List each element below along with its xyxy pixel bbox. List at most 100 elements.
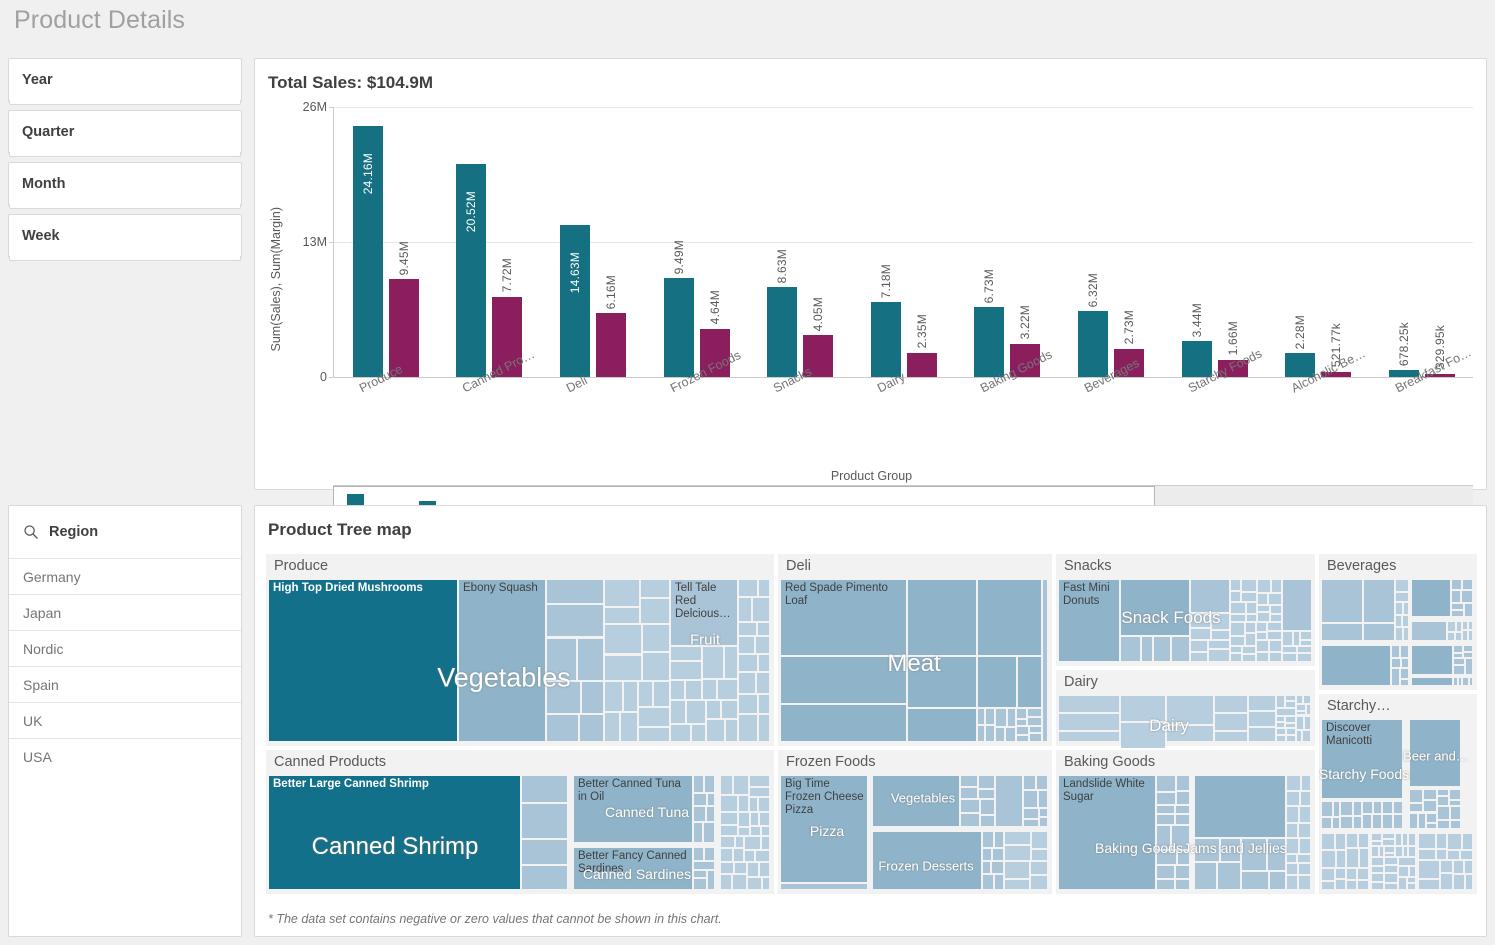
treemap-tile[interactable] bbox=[1059, 714, 1119, 730]
treemap-tile[interactable] bbox=[1287, 792, 1299, 805]
treemap-tile[interactable] bbox=[1438, 807, 1449, 819]
treemap-tile[interactable] bbox=[1277, 736, 1285, 741]
treemap-tile[interactable] bbox=[1464, 646, 1472, 651]
treemap-tile[interactable] bbox=[996, 776, 1022, 826]
bar-margin[interactable] bbox=[907, 353, 937, 377]
treemap-tile[interactable] bbox=[1040, 818, 1047, 826]
treemap-tile[interactable] bbox=[1005, 846, 1030, 860]
bar-margin[interactable] bbox=[596, 313, 626, 377]
treemap-tile[interactable] bbox=[1258, 594, 1267, 604]
treemap-tile[interactable] bbox=[1419, 834, 1435, 848]
treemap-tile[interactable] bbox=[1465, 861, 1472, 873]
treemap-tile[interactable] bbox=[1157, 806, 1174, 813]
treemap-tile[interactable] bbox=[1297, 712, 1304, 714]
treemap-tile[interactable] bbox=[1024, 820, 1038, 826]
treemap-tile[interactable] bbox=[1258, 580, 1271, 592]
treemap-tile[interactable] bbox=[547, 580, 603, 603]
treemap-tile[interactable] bbox=[1059, 696, 1119, 712]
treemap-tile[interactable] bbox=[1383, 815, 1391, 828]
treemap-tile[interactable] bbox=[1336, 880, 1344, 889]
treemap-tile[interactable] bbox=[1024, 791, 1037, 807]
treemap-tile[interactable] bbox=[739, 715, 757, 741]
bar-group[interactable]: 6.32M2.73MBeverages bbox=[1059, 107, 1163, 377]
treemap-tile[interactable] bbox=[1419, 861, 1439, 878]
treemap-tile[interactable] bbox=[1412, 678, 1452, 685]
treemap-tile[interactable] bbox=[978, 580, 1041, 655]
treemap-tile[interactable] bbox=[1396, 616, 1401, 626]
treemap-tile[interactable] bbox=[1399, 858, 1415, 865]
treemap-tile[interactable] bbox=[1363, 815, 1371, 828]
treemap-tile[interactable] bbox=[1154, 637, 1170, 661]
treemap-tile[interactable] bbox=[1277, 696, 1284, 707]
treemap-tile[interactable] bbox=[1286, 696, 1295, 700]
treemap-group-beverages[interactable]: Beverages bbox=[1319, 554, 1477, 690]
treemap-tile[interactable] bbox=[759, 798, 769, 811]
treemap-tile[interactable] bbox=[582, 682, 603, 713]
treemap-tile[interactable] bbox=[1385, 847, 1394, 852]
treemap-tile[interactable] bbox=[1424, 801, 1436, 812]
treemap-tile[interactable] bbox=[1005, 832, 1030, 844]
treemap-tile[interactable] bbox=[961, 800, 979, 812]
treemap-tile[interactable] bbox=[1372, 883, 1383, 889]
treemap-tile[interactable] bbox=[908, 709, 976, 741]
treemap-tile[interactable] bbox=[760, 813, 769, 825]
treemap-tile[interactable] bbox=[1191, 641, 1207, 652]
treemap-tile[interactable] bbox=[1037, 776, 1047, 789]
treemap-tile[interactable] bbox=[733, 875, 746, 889]
treemap-tile[interactable] bbox=[1470, 678, 1472, 685]
treemap-tile[interactable] bbox=[983, 862, 990, 873]
treemap-tile[interactable] bbox=[605, 625, 641, 654]
treemap-tile[interactable] bbox=[522, 840, 567, 864]
treemap-group-frozen-foods[interactable]: Frozen FoodsBig Time Frozen Cheese Pizza… bbox=[778, 750, 1052, 894]
treemap-tile[interactable] bbox=[1231, 623, 1244, 635]
treemap-tile[interactable] bbox=[1271, 615, 1281, 621]
bar-group[interactable]: 6.73M3.22MBaking Goods bbox=[956, 107, 1060, 377]
treemap-tile[interactable] bbox=[1177, 776, 1189, 790]
treemap-tile[interactable] bbox=[1287, 729, 1295, 733]
treemap-tile[interactable] bbox=[1401, 669, 1408, 678]
treemap-tile[interactable] bbox=[1409, 834, 1415, 845]
treemap-tile[interactable] bbox=[639, 708, 669, 726]
treemap-tile[interactable] bbox=[1337, 851, 1346, 867]
treemap-tile[interactable] bbox=[748, 863, 759, 876]
treemap-tile[interactable] bbox=[1209, 650, 1229, 661]
treemap-tile[interactable] bbox=[671, 701, 685, 723]
treemap-tile[interactable] bbox=[1452, 604, 1463, 609]
treemap-tile[interactable] bbox=[671, 662, 701, 679]
treemap-tile[interactable] bbox=[1403, 834, 1407, 845]
treemap-tile[interactable] bbox=[1450, 801, 1460, 806]
treemap-tile[interactable] bbox=[1286, 717, 1294, 722]
treemap-tile[interactable] bbox=[1271, 606, 1281, 614]
treemap-tile[interactable] bbox=[1059, 732, 1119, 741]
treemap-tile[interactable] bbox=[1176, 866, 1189, 879]
treemap-tile[interactable] bbox=[1347, 881, 1356, 889]
treemap-tile[interactable] bbox=[725, 647, 737, 678]
treemap-tile[interactable] bbox=[708, 871, 714, 889]
treemap-tile[interactable] bbox=[1448, 851, 1459, 859]
treemap-tile[interactable] bbox=[1268, 623, 1281, 630]
treemap-tile[interactable] bbox=[1336, 869, 1344, 878]
treemap-tile[interactable] bbox=[1354, 817, 1361, 828]
treemap-tile[interactable] bbox=[1272, 580, 1281, 592]
treemap-tile[interactable] bbox=[1427, 824, 1436, 828]
treemap-tile[interactable] bbox=[721, 813, 737, 824]
treemap-tile[interactable] bbox=[1005, 880, 1029, 889]
treemap-tile[interactable] bbox=[1462, 591, 1472, 602]
treemap-tile[interactable] bbox=[1298, 855, 1310, 862]
treemap-tile[interactable] bbox=[1040, 809, 1047, 816]
treemap-tile[interactable] bbox=[721, 796, 737, 811]
treemap-tile[interactable] bbox=[1270, 641, 1281, 651]
treemap-tile[interactable] bbox=[1383, 802, 1392, 813]
treemap-tile[interactable]: Ebony Squash bbox=[459, 580, 545, 741]
bar-group[interactable]: 8.63M4.05MSnacks bbox=[749, 107, 853, 377]
treemap-tile[interactable] bbox=[1246, 623, 1254, 632]
treemap-tile[interactable] bbox=[1287, 876, 1297, 889]
treemap-tile[interactable] bbox=[704, 823, 714, 842]
treemap-tile[interactable] bbox=[1269, 594, 1281, 604]
treemap-tile[interactable] bbox=[961, 814, 979, 826]
treemap-tile[interactable] bbox=[1454, 666, 1464, 674]
treemap-tile[interactable] bbox=[1461, 851, 1472, 859]
treemap-tile[interactable] bbox=[1359, 834, 1368, 847]
treemap-tile[interactable] bbox=[739, 813, 750, 826]
treemap-tile[interactable] bbox=[641, 599, 669, 623]
